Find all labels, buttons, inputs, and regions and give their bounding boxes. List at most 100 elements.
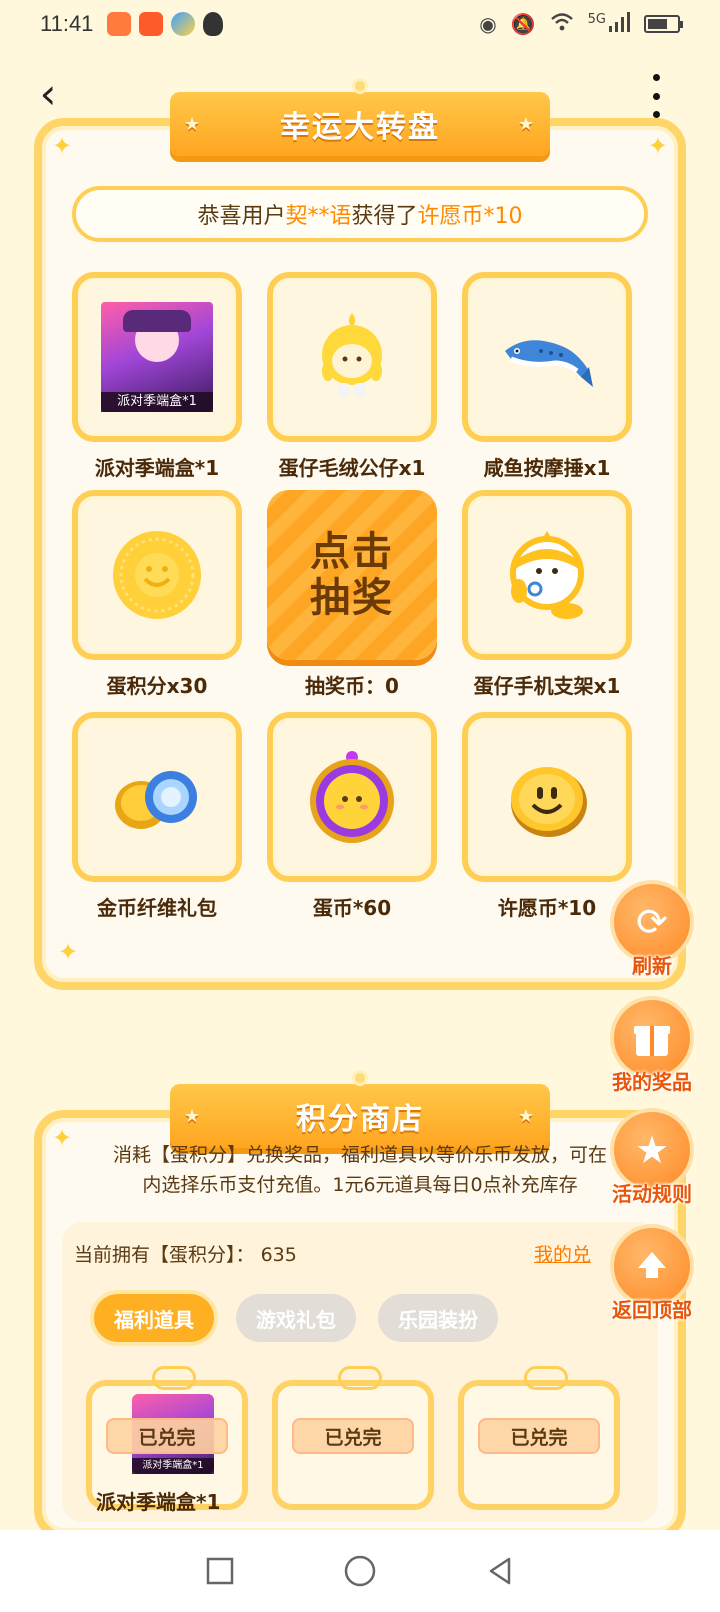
network-type: 5G <box>587 11 606 27</box>
star-icon: ★ <box>517 114 536 135</box>
paper-clip-icon <box>524 1366 568 1390</box>
star-icon: ★ <box>517 1106 536 1127</box>
prize-egg-coin: 蛋币*60 <box>267 712 437 921</box>
sparkle-icon: ✦ <box>52 132 73 160</box>
mute-bell-icon: 🔕 <box>510 12 536 36</box>
points-shop-title: 积分商店 <box>296 1102 424 1137</box>
star-icon: ★ <box>184 1106 203 1127</box>
lucky-wheel-title: 幸运大转盘 <box>280 110 440 145</box>
eggy-plush-icon <box>322 313 382 397</box>
shop-description: 消耗【蛋积分】兑换奖品，福利道具以等价乐币发放，可在 内选择乐币支付充值。1元6… <box>60 1140 660 1200</box>
thumb-caption: 派对季端盒*1 <box>132 1458 214 1474</box>
prize-egg-points: 蛋积分x30 <box>72 490 242 699</box>
marquee-prize: 许愿币*10 <box>417 204 523 229</box>
prize-card <box>72 712 242 882</box>
marquee-prefix: 恭喜用户 <box>197 204 286 229</box>
prize-card: 派对季端盒*1 <box>72 272 242 442</box>
home-button[interactable] <box>340 1551 380 1591</box>
paper-clip-icon <box>338 1366 382 1390</box>
goods-card[interactable]: 已兑完 <box>458 1366 620 1510</box>
my-exchange-link[interactable]: 我的兑 <box>534 1240 591 1267</box>
prize-phone-stand: 蛋仔手机支架x1 <box>462 490 632 699</box>
goods-card[interactable]: 已兑完 <box>272 1366 434 1510</box>
prize-party-box: 派对季端盒*1 派对季端盒*1 <box>72 272 242 481</box>
refresh-label: 刷新 <box>632 954 672 978</box>
balance-value: 635 <box>260 1244 297 1266</box>
tab-game-gift-pack[interactable]: 游戏礼包 <box>236 1294 356 1342</box>
tab-park-dressup[interactable]: 乐园装扮 <box>378 1294 498 1342</box>
more-options-button[interactable] <box>636 74 676 118</box>
prize-label: 咸鱼按摩捶x1 <box>483 456 611 480</box>
points-shop-title-ribbon: ★ 积分商店 ★ <box>170 1070 550 1148</box>
activity-rules-label: 活动规则 <box>612 1182 692 1206</box>
points-balance: 当前拥有【蛋积分】： 635 <box>74 1240 297 1267</box>
back-to-top-button[interactable]: 返回顶部 <box>606 1224 698 1323</box>
party-box-image: 派对季端盒*1 <box>101 302 213 412</box>
sold-out-badge: 已兑完 <box>106 1418 228 1454</box>
my-prizes-button[interactable]: 我的奖品 <box>606 996 698 1095</box>
egg-points-coin-icon <box>113 531 201 619</box>
gold-coin-fiber-pack-icon <box>115 771 197 829</box>
my-prizes-label: 我的奖品 <box>612 1070 692 1094</box>
qq-badge-icon <box>203 12 224 36</box>
shop-tabs: 福利道具 游戏礼包 乐园装扮 <box>94 1294 498 1342</box>
system-nav-bar <box>0 1530 720 1612</box>
prize-gold-coin-pack: 金币纤维礼包 <box>72 712 242 921</box>
prize-card <box>72 490 242 660</box>
wish-coin-icon <box>511 767 587 837</box>
balance-label: 当前拥有【蛋积分】： <box>74 1244 255 1266</box>
party-box-caption: 派对季端盒*1 <box>101 392 213 412</box>
salted-fish-hammer-icon <box>505 340 593 387</box>
party-app-badge-icon <box>139 12 164 36</box>
prize-label: 蛋积分x30 <box>106 674 208 698</box>
winner-marquee: 恭喜用户 契**语 获得了 许愿币*10 <box>72 186 648 242</box>
signal-icon <box>608 11 630 37</box>
pinwheel-badge-icon <box>171 12 196 36</box>
back-to-top-label: 返回顶部 <box>612 1298 692 1322</box>
back-nav-button[interactable] <box>480 1551 520 1591</box>
battery-icon <box>644 15 683 33</box>
star-icon: ★ <box>184 114 203 135</box>
prize-label: 蛋币*60 <box>312 896 392 920</box>
draw-button[interactable]: 点击 抽奖 <box>267 490 437 660</box>
prize-label: 派对季端盒*1 <box>94 456 220 480</box>
sparkle-icon: ✦ <box>58 938 79 966</box>
egg-coin-icon <box>310 751 394 843</box>
prize-card <box>267 712 437 882</box>
prize-eggy-plush: 蛋仔毛绒公仔x1 <box>267 272 437 481</box>
eggy-phone-stand-icon <box>510 531 584 619</box>
tab-welfare-items[interactable]: 福利道具 <box>94 1294 214 1342</box>
activity-rules-button[interactable]: ★ 活动规则 <box>606 1108 698 1207</box>
prize-label: 蛋仔毛绒公仔x1 <box>278 456 426 480</box>
lucky-wheel-title-ribbon: ★ 幸运大转盘 ★ <box>170 78 550 156</box>
sold-out-badge: 已兑完 <box>292 1418 414 1454</box>
prize-label: 蛋仔手机支架x1 <box>473 674 621 698</box>
goods-label-partial: 派对季端盒*1 <box>96 1490 221 1514</box>
draw-text-line1: 点击 <box>310 529 394 575</box>
shop-desc-line1: 消耗【蛋积分】兑换奖品，福利道具以等价乐币发放，可在 <box>112 1144 607 1166</box>
refresh-button[interactable]: ⟳ 刷新 <box>606 880 698 979</box>
prize-salted-fish: 咸鱼按摩捶x1 <box>462 272 632 481</box>
draw-coin-count: 抽奖币：0 <box>305 674 399 698</box>
shop-desc-line2: 内选择乐币支付充值。1元6元道具每日0点补充库存 <box>142 1174 578 1196</box>
sparkle-icon: ✦ <box>647 132 668 160</box>
prize-card <box>462 712 632 882</box>
prize-card <box>462 272 632 442</box>
wifi-icon <box>550 12 574 37</box>
pin-icon <box>352 1070 368 1086</box>
pin-icon <box>352 78 368 94</box>
status-time: 11:41 <box>40 11 94 36</box>
recents-button[interactable] <box>200 1551 240 1591</box>
prize-card <box>267 272 437 442</box>
prize-label: 金币纤维礼包 <box>97 896 217 920</box>
marquee-middle: 获得了 <box>351 204 418 229</box>
marquee-user: 契**语 <box>285 204 352 229</box>
status-bar: 11:41 ◉ 🔕 5G <box>0 0 720 48</box>
prize-card <box>462 490 632 660</box>
paper-clip-icon <box>152 1366 196 1390</box>
sold-out-badge: 已兑完 <box>478 1418 600 1454</box>
back-button[interactable]: ‹ <box>24 70 72 118</box>
heart-app-badge-icon <box>107 12 132 36</box>
draw-text-line2: 抽奖 <box>310 575 394 621</box>
eye-icon: ◉ <box>479 12 497 36</box>
